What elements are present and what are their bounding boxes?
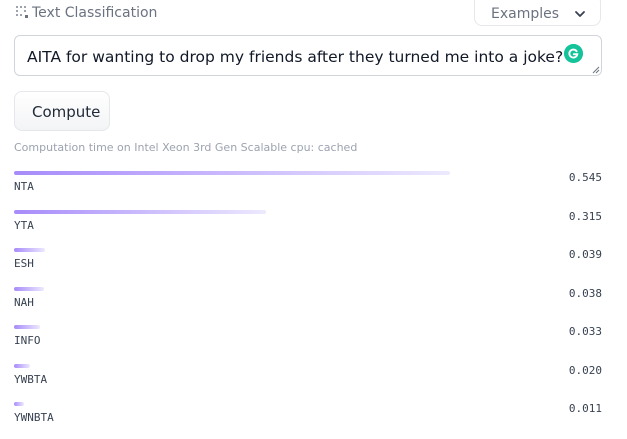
result-label: YTA (14, 218, 34, 232)
score-bar (14, 248, 45, 252)
result-label: NTA (14, 180, 34, 193)
examples-dropdown[interactable]: Examples (474, 0, 601, 26)
task-title: Text Classification (32, 5, 158, 21)
result-score: 0.033 (568, 325, 602, 338)
result-label: YWNBTA (14, 411, 54, 424)
grammarly-icon[interactable] (564, 44, 583, 63)
compute-button-label: Compute (32, 103, 101, 121)
classification-results: NTA 0.545 YTA 0.315 ESH 0.039 NAH 0.038 INFO 0.03… (14, 171, 602, 439)
score-bar (14, 363, 30, 368)
score-bar (14, 325, 40, 329)
result-row: NTA 0.545 (14, 171, 602, 210)
result-row: ESH 0.039 (14, 248, 602, 287)
result-row: YWBTA 0.020 (14, 363, 602, 403)
result-label: NAH (14, 295, 34, 309)
result-row: YWNBTA 0.011 (14, 402, 602, 439)
score-bar (14, 402, 24, 406)
score-bar (14, 286, 44, 291)
inference-widget: Text Classification Examples AITA for wa… (0, 0, 627, 439)
result-row: YTA 0.315 (14, 209, 602, 249)
text-input-value[interactable]: AITA for wanting to drop my friends afte… (27, 47, 563, 67)
result-score: 0.038 (568, 286, 602, 300)
result-label: YWBTA (14, 372, 48, 386)
result-score: 0.039 (568, 248, 602, 261)
widget-header: Text Classification Examples (0, 0, 602, 26)
computation-time: Computation time on Intel Xeon 3rd Gen S… (14, 141, 358, 154)
result-score: 0.315 (568, 209, 602, 223)
result-label: ESH (14, 257, 34, 270)
resize-handle-icon[interactable] (592, 66, 600, 74)
result-row: NAH 0.038 (14, 286, 602, 326)
result-row: INFO 0.033 (14, 325, 602, 364)
result-score: 0.545 (568, 171, 602, 184)
result-label: INFO (14, 334, 41, 347)
examples-label: Examples (491, 6, 560, 22)
compute-button[interactable]: Compute (14, 91, 110, 131)
text-input[interactable]: AITA for wanting to drop my friends afte… (14, 35, 602, 76)
result-score: 0.020 (568, 363, 602, 377)
score-bar (14, 171, 450, 175)
chevron-down-icon (575, 11, 585, 17)
text-classification-icon (16, 6, 28, 18)
score-bar (14, 209, 266, 214)
result-score: 0.011 (568, 402, 602, 415)
